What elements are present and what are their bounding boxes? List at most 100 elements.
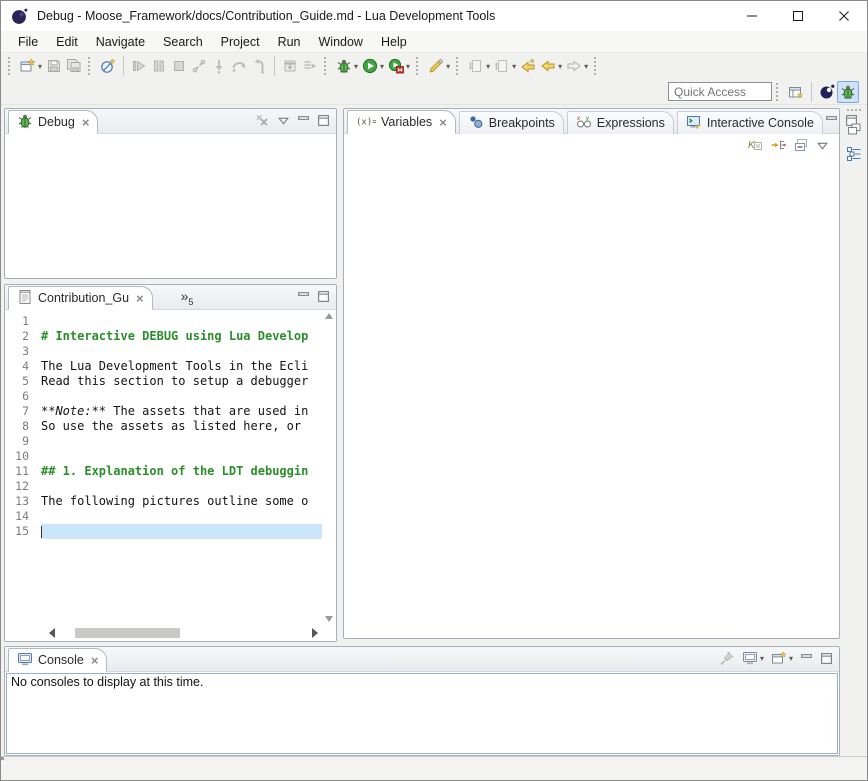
terminate-button[interactable] <box>169 55 189 77</box>
debug-button[interactable]: ▾ <box>334 55 360 77</box>
line-number[interactable]: 8 <box>5 419 37 434</box>
editor-line[interactable]: 2# Interactive DEBUG using Lua Develop <box>5 329 322 344</box>
open-console-button[interactable]: ▾ <box>769 648 795 668</box>
hidden-editors-chevron[interactable]: »5 <box>181 288 194 307</box>
menu-help[interactable]: Help <box>372 33 416 51</box>
outline-view-button[interactable] <box>844 143 864 165</box>
close-tab-icon[interactable]: × <box>91 654 99 667</box>
editor-line[interactable]: 1 <box>5 314 322 329</box>
close-tab-icon[interactable]: × <box>439 116 447 129</box>
menu-navigate[interactable]: Navigate <box>87 33 154 51</box>
scroll-up-icon[interactable] <box>325 313 333 319</box>
line-number[interactable]: 2 <box>5 329 37 344</box>
save-button[interactable] <box>44 55 64 77</box>
back-button[interactable]: ▾ <box>538 55 564 77</box>
menu-window[interactable]: Window <box>310 33 372 51</box>
scrollbar-thumb[interactable] <box>75 628 180 638</box>
menu-edit[interactable]: Edit <box>47 33 87 51</box>
use-step-filters-button[interactable] <box>300 55 320 77</box>
tab-variables[interactable]: (x)=Variables× <box>347 110 456 134</box>
editor-line[interactable]: 8So use the assets as listed here, or <box>5 419 322 434</box>
editor-line[interactable]: 9 <box>5 434 322 449</box>
menu-file[interactable]: File <box>9 33 47 51</box>
skip-all-breakpoints-button[interactable] <box>98 55 118 77</box>
new-wizard-button[interactable]: ▾ <box>18 55 44 77</box>
show-type-names-button[interactable]: K <box>745 135 765 155</box>
dropdown-arrow-icon[interactable]: ▾ <box>380 62 384 71</box>
scroll-down-icon[interactable] <box>325 616 333 622</box>
dropdown-arrow-icon[interactable]: ▾ <box>38 62 42 71</box>
editor-line[interactable]: 5Read this section to setup a debugger <box>5 374 322 389</box>
line-number[interactable]: 4 <box>5 359 37 374</box>
editor-vertical-scrollbar[interactable] <box>322 310 336 625</box>
minimize-button[interactable] <box>823 110 840 130</box>
horizontal-sash[interactable] <box>1 756 867 760</box>
quick-access-input[interactable] <box>668 82 772 101</box>
menu-run[interactable]: Run <box>269 33 310 51</box>
tab-expressions[interactable]: xyExpressions <box>567 111 674 134</box>
window-minimize-button[interactable] <box>729 1 775 31</box>
view-menu-button[interactable] <box>814 135 831 155</box>
open-marker-button[interactable]: ▾ <box>426 55 452 77</box>
close-tab-icon[interactable]: × <box>82 116 90 129</box>
minimize-button[interactable] <box>798 648 815 668</box>
line-number[interactable]: 15 <box>5 524 37 539</box>
line-number[interactable]: 3 <box>5 344 37 359</box>
editor-line[interactable]: 12 <box>5 479 322 494</box>
editor-horizontal-scrollbar[interactable] <box>5 625 336 641</box>
forward-button[interactable]: ▾ <box>564 55 590 77</box>
previous-annotation-button[interactable]: ▾ <box>492 55 518 77</box>
maximize-button[interactable] <box>818 648 835 668</box>
line-number[interactable]: 13 <box>5 494 37 509</box>
suspend-button[interactable] <box>149 55 169 77</box>
dropdown-arrow-icon[interactable]: ▾ <box>446 62 450 71</box>
display-selected-console-button[interactable]: ▾ <box>740 648 766 668</box>
scroll-left-icon[interactable] <box>49 628 55 638</box>
next-annotation-button[interactable]: ▾ <box>466 55 492 77</box>
maximize-button[interactable] <box>315 110 332 130</box>
drop-to-frame-button[interactable] <box>280 55 300 77</box>
step-into-button[interactable] <box>209 55 229 77</box>
editor-line[interactable]: 3 <box>5 344 322 359</box>
dropdown-arrow-icon[interactable]: ▾ <box>354 62 358 71</box>
external-tools-button[interactable]: ▾ <box>386 55 412 77</box>
close-tab-icon[interactable]: × <box>136 292 144 305</box>
editor-content[interactable]: 12# Interactive DEBUG using Lua Develop3… <box>5 310 336 625</box>
line-number[interactable]: 9 <box>5 434 37 449</box>
lua-perspective-button[interactable] <box>817 81 837 103</box>
line-number[interactable]: 7 <box>5 404 37 419</box>
editor-line[interactable]: 10 <box>5 449 322 464</box>
open-perspective-button[interactable] <box>786 81 806 103</box>
dropdown-arrow-icon[interactable]: ▾ <box>406 62 410 71</box>
tab-breakpoints[interactable]: Breakpoints <box>459 111 564 134</box>
dropdown-arrow-icon[interactable]: ▾ <box>512 62 516 71</box>
minimize-button[interactable] <box>295 286 312 306</box>
restore-minimized-views-button[interactable] <box>844 118 864 140</box>
editor-line[interactable]: 6 <box>5 389 322 404</box>
line-number[interactable]: 11 <box>5 464 37 479</box>
collapse-all-button[interactable] <box>791 135 811 155</box>
minimize-button[interactable] <box>295 110 312 130</box>
line-number[interactable]: 10 <box>5 449 37 464</box>
editor-lines[interactable]: 12# Interactive DEBUG using Lua Develop3… <box>5 310 322 625</box>
menu-search[interactable]: Search <box>154 33 212 51</box>
last-edit-location-button[interactable] <box>518 55 538 77</box>
dropdown-arrow-icon[interactable]: ▾ <box>486 62 490 71</box>
debug-perspective-button[interactable] <box>837 81 859 103</box>
show-logical-structures-button[interactable] <box>768 135 788 155</box>
disconnect-button[interactable] <box>189 55 209 77</box>
line-number[interactable]: 14 <box>5 509 37 524</box>
editor-line[interactable]: 4The Lua Development Tools in the Ecli <box>5 359 322 374</box>
tab-contribution-guide[interactable]: Contribution_Gu × <box>8 286 153 310</box>
editor-line[interactable]: 13The following pictures outline some o <box>5 494 322 509</box>
menu-project[interactable]: Project <box>212 33 269 51</box>
remove-all-terminated-button[interactable] <box>252 110 272 130</box>
tab-interactive-console[interactable]: Interactive Console <box>677 111 823 134</box>
maximize-button[interactable] <box>315 286 332 306</box>
run-button[interactable]: ▾ <box>360 55 386 77</box>
editor-line[interactable]: 15 <box>5 524 322 539</box>
dropdown-arrow-icon[interactable]: ▾ <box>584 62 588 71</box>
editor-line[interactable]: 11## 1. Explanation of the LDT debuggin <box>5 464 322 479</box>
window-close-button[interactable] <box>821 1 867 31</box>
tab-console[interactable]: Console × <box>8 648 107 672</box>
